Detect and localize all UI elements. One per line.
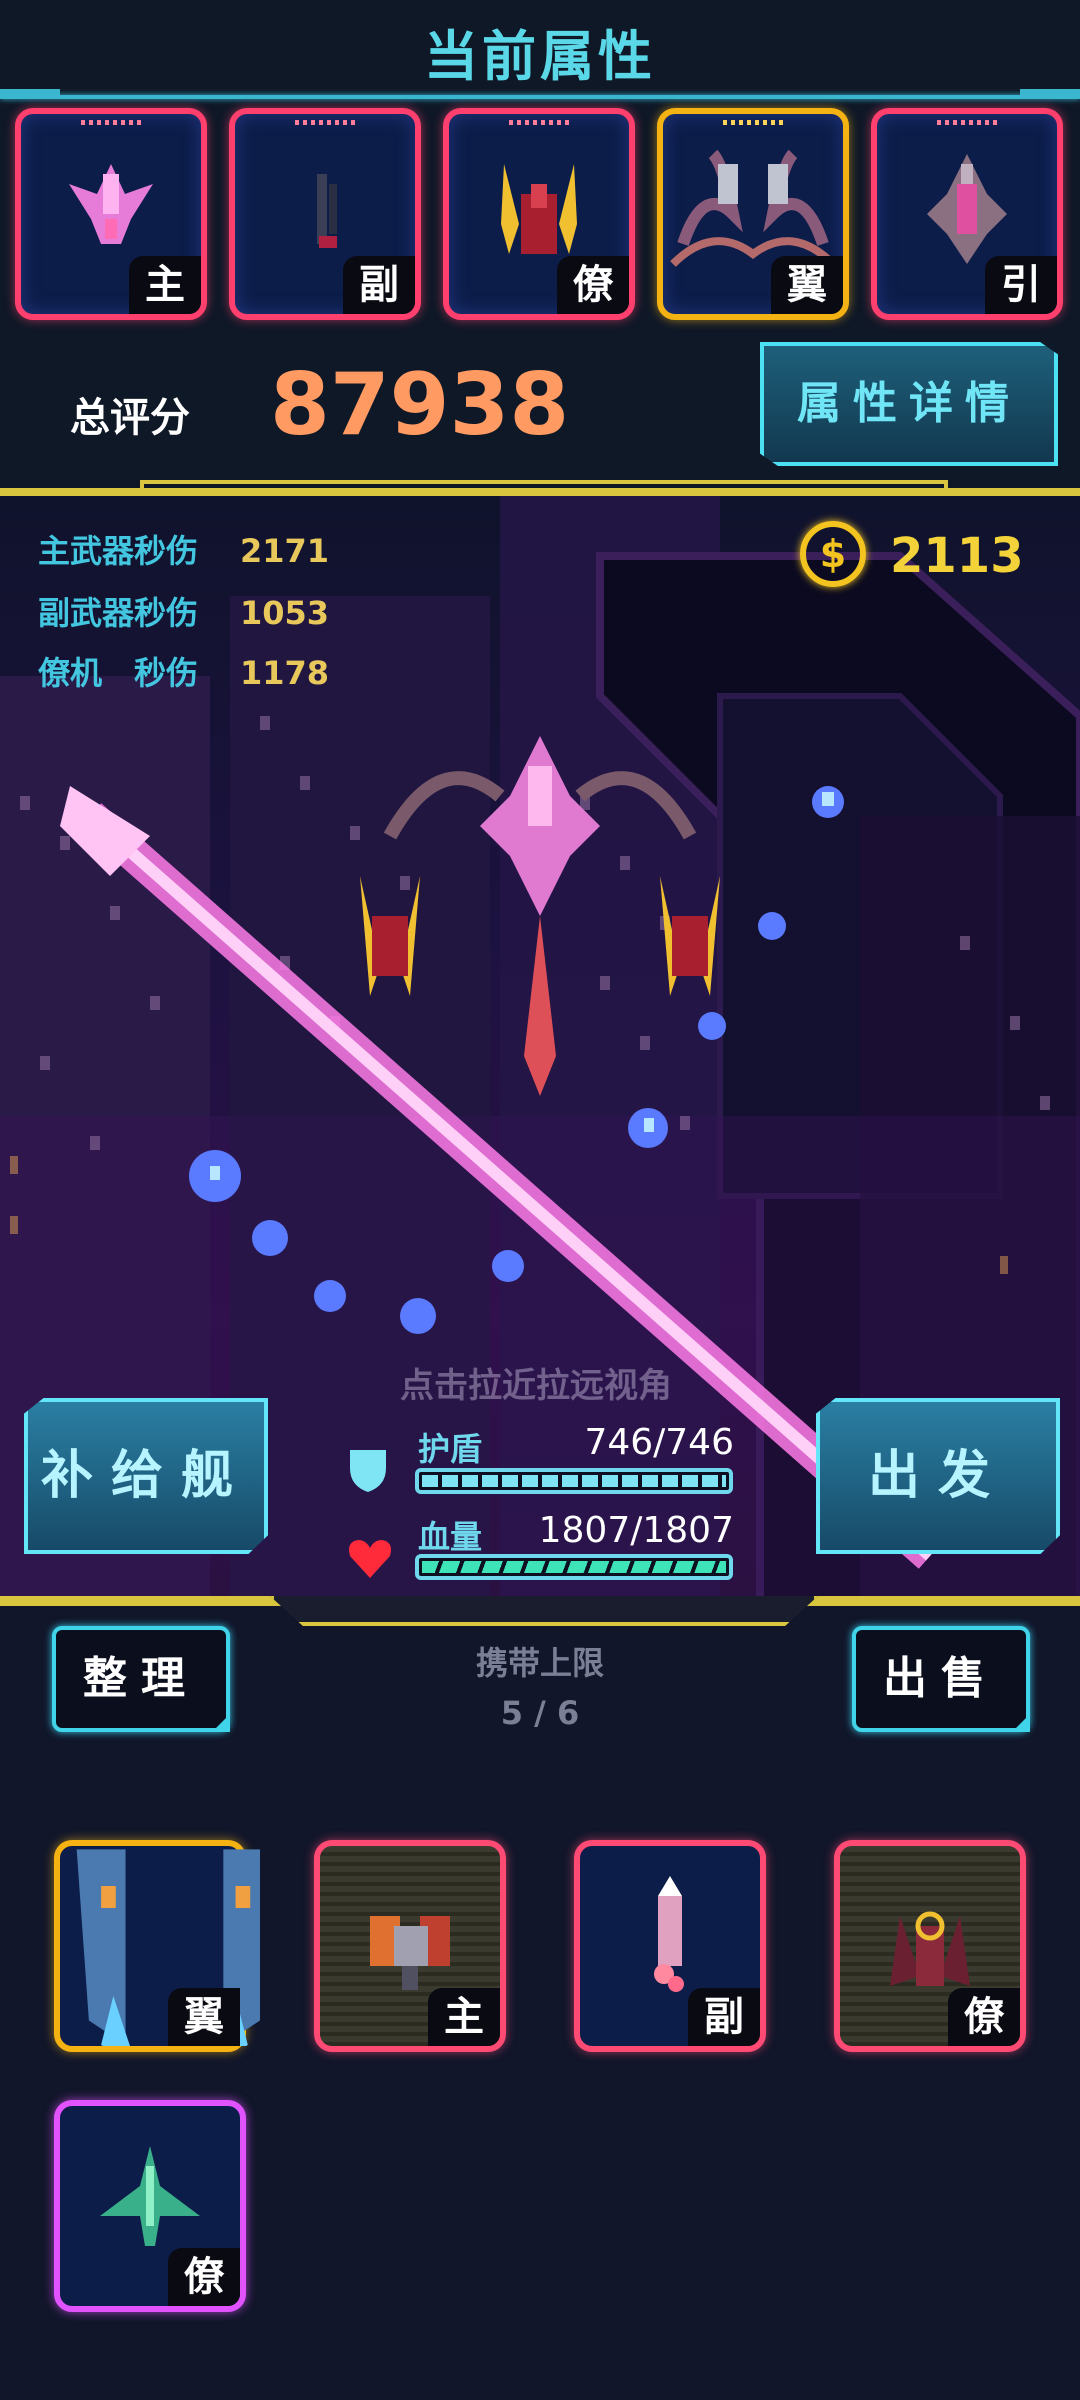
stat-wingman-dps: 僚机 秒伤 1178: [38, 648, 329, 694]
stat-value: 1178: [240, 654, 330, 692]
equipped-slot-wingman[interactable]: 僚: [443, 108, 635, 320]
slot-type-tag: 翼: [771, 256, 843, 314]
inventory-divider: [0, 1596, 1080, 1606]
title-divider: [0, 89, 1080, 99]
shield-value: 746/746: [584, 1422, 734, 1463]
stat-secondary-weapon-dps: 副武器秒伤 1053: [38, 588, 329, 634]
stat-label: 僚机 秒伤: [38, 654, 199, 692]
shield-icon: [350, 1450, 386, 1492]
total-score-value: 87938: [270, 355, 570, 455]
item-type-tag: 主: [428, 1988, 500, 2046]
inventory-item-main[interactable]: 主: [314, 1840, 506, 2052]
shield-bar: [415, 1468, 733, 1494]
battle-preview[interactable]: 主武器秒伤 2171 副武器秒伤 1053 僚机 秒伤 1178 $ 2113 点击拉…: [0, 496, 1080, 1600]
hp-bar-fill: [422, 1561, 726, 1573]
equipped-slot-secondary[interactable]: 副: [229, 108, 421, 320]
hp-label: 血量: [418, 1518, 483, 1556]
equipped-slot-wing[interactable]: 翼: [657, 108, 849, 320]
depart-button[interactable]: 出发: [816, 1398, 1060, 1554]
item-type-tag: 僚: [168, 2248, 240, 2306]
coin-balance: 2113: [890, 528, 1024, 584]
attribute-detail-button[interactable]: 属性详情: [760, 342, 1058, 466]
item-type-tag: 副: [688, 1988, 760, 2046]
stat-value: 2171: [240, 532, 330, 570]
supply-ship-button[interactable]: 补给舰: [24, 1398, 268, 1554]
inventory-item-wingman-2[interactable]: 僚: [54, 2100, 246, 2312]
section-divider: [0, 480, 1080, 496]
capacity-label: 携带上限: [475, 1644, 604, 1682]
slot-type-tag: 副: [343, 256, 415, 314]
shield-bar-fill: [422, 1475, 726, 1487]
item-type-tag: 翼: [168, 1988, 240, 2046]
stat-main-weapon-dps: 主武器秒伤 2171: [38, 526, 329, 572]
game-screen: 当前属性 主 副 僚 翼 引 总评分 87938 属性详情 主武器秒伤 2171…: [0, 0, 1080, 2400]
slot-type-tag: 僚: [557, 256, 629, 314]
attributes-panel: 当前属性 主 副 僚 翼 引 总评分 87938 属性详情: [0, 0, 1080, 496]
hp-bar: [415, 1554, 733, 1580]
heart-icon: [349, 1540, 391, 1578]
inventory-item-wing[interactable]: 翼: [54, 1840, 260, 2052]
equipped-slot-main[interactable]: 主: [15, 108, 207, 320]
sort-button[interactable]: 整理: [52, 1626, 230, 1732]
capacity-value: 5 / 6: [500, 1694, 580, 1732]
zoom-hint: 点击拉近拉远视角: [400, 1366, 672, 1406]
page-title: 当前属性: [424, 25, 656, 88]
inventory-item-wingman[interactable]: 僚: [834, 1840, 1026, 2052]
coin-icon: $: [800, 521, 866, 587]
slot-type-tag: 引: [985, 256, 1057, 314]
sell-button[interactable]: 出售: [852, 1626, 1030, 1732]
hp-value: 1807/1807: [538, 1510, 734, 1551]
shield-label: 护盾: [418, 1430, 483, 1468]
slot-type-tag: 主: [129, 256, 201, 314]
stat-label: 主武器秒伤: [38, 532, 199, 570]
inventory-item-secondary[interactable]: 副: [574, 1840, 766, 2052]
item-type-tag: 僚: [948, 1988, 1020, 2046]
equipped-slot-engine[interactable]: 引: [871, 108, 1063, 320]
stat-value: 1053: [240, 594, 330, 632]
stat-label: 副武器秒伤: [38, 594, 199, 632]
total-score-label: 总评分: [70, 395, 190, 441]
